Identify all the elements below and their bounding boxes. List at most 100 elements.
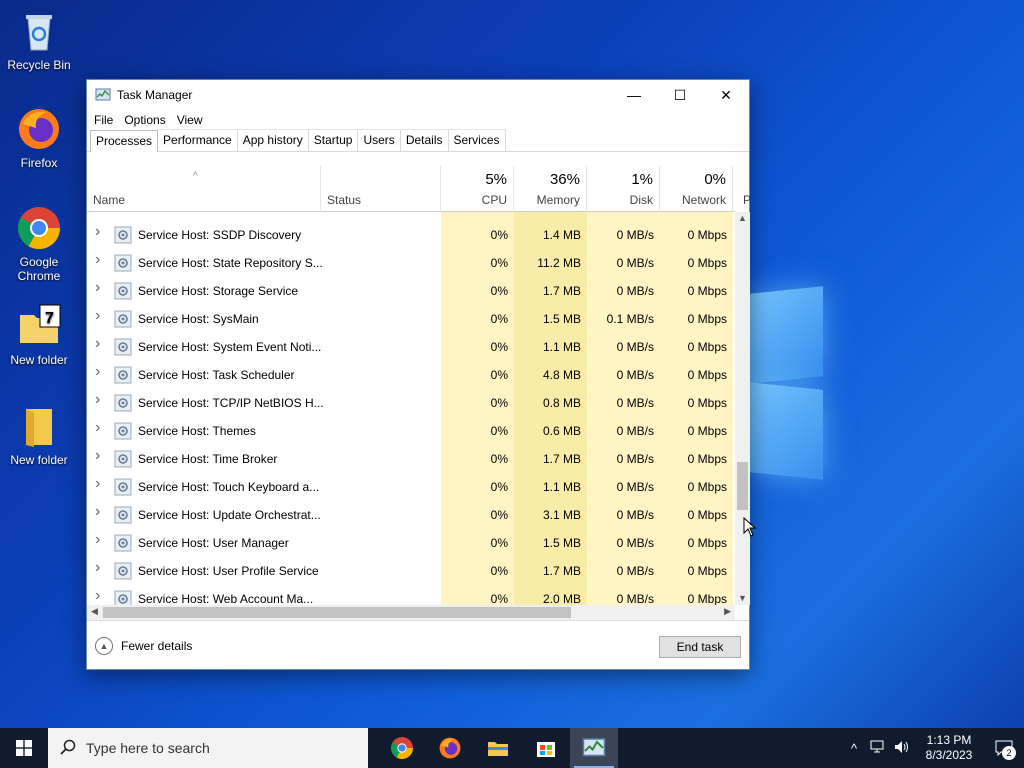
column-cpu[interactable]: 5% CPU	[441, 166, 514, 212]
network-icon[interactable]	[866, 740, 890, 757]
windows-start-icon	[16, 740, 32, 756]
table-row[interactable]: › Service Host: Storage Service 0% 1.7 MB 0 …	[87, 277, 735, 305]
tab-performance[interactable]: Performance	[157, 129, 238, 151]
column-name[interactable]: ^ Name	[87, 166, 321, 212]
process-memory-value: 1.7 MB	[542, 452, 581, 466]
process-disk-value: 0 MB/s	[616, 368, 654, 382]
tab-details[interactable]: Details	[399, 129, 449, 151]
desktop-icon-new-folder-1[interactable]: 7 New folder	[2, 303, 76, 367]
process-cpu-value: 0%	[490, 508, 508, 522]
expand-chevron-icon[interactable]: ›	[95, 279, 100, 297]
desktop-icon-google-chrome[interactable]: Google Chrome	[2, 205, 76, 283]
expand-chevron-icon[interactable]: ›	[95, 503, 100, 521]
scroll-down-icon[interactable]: ▼	[738, 593, 747, 603]
expand-chevron-icon[interactable]: ›	[95, 251, 100, 269]
column-power-partial[interactable]: P	[733, 166, 751, 212]
process-name: Service Host: SSDP Discovery	[138, 228, 302, 242]
table-row[interactable]: › Service Host: Touch Keyboard a... 0% 1.1 …	[87, 473, 735, 501]
tab-services[interactable]: Services	[447, 129, 506, 151]
process-disk-value: 0 MB/s	[616, 256, 654, 270]
svg-text:7: 7	[45, 310, 54, 327]
volume-icon[interactable]	[890, 740, 914, 757]
table-row[interactable]: › Service Host: System Event Noti... 0% 1.1…	[87, 333, 735, 361]
table-row[interactable]: › Service Host: SysMain 0% 1.5 MB 0.1 MB/s 0 …	[87, 305, 735, 333]
scroll-left-icon[interactable]: ◀	[91, 606, 98, 617]
column-disk[interactable]: 1% Disk	[587, 166, 660, 212]
tab-processes[interactable]: Processes	[90, 130, 159, 152]
table-row[interactable]: › Service Host: TCP/IP NetBIOS H... 0% 0.8 …	[87, 389, 735, 417]
tab-app-history[interactable]: App history	[236, 129, 309, 151]
expand-chevron-icon[interactable]: ›	[95, 363, 100, 381]
table-row[interactable]: › Service Host: Task Scheduler 0% 4.8 MB 0 M…	[87, 361, 735, 389]
column-status[interactable]: Status	[321, 166, 441, 212]
expand-chevron-icon[interactable]: ›	[95, 531, 100, 549]
taskbar: Type here to search ^ 1:13 PM 8/3/2023 2	[0, 728, 1024, 768]
tab-startup[interactable]: Startup	[307, 129, 359, 151]
process-cpu-value: 0%	[490, 396, 508, 410]
table-row[interactable]: › Service Host: Web Account Ma... 0% 2.0 MB…	[87, 585, 735, 605]
taskbar-task-manager[interactable]	[570, 728, 618, 768]
service-host-gear-icon	[114, 310, 132, 328]
column-network[interactable]: 0% Network	[660, 166, 733, 212]
process-network-value: 0 Mbps	[687, 228, 727, 242]
process-network-value: 0 Mbps	[687, 284, 727, 298]
search-icon	[60, 739, 76, 758]
recycle-bin-icon	[16, 8, 62, 54]
close-button[interactable]: ✕	[703, 80, 749, 110]
table-row[interactable]: › Service Host: SSDP Discovery 0% 1.4 MB 0 M…	[87, 221, 735, 249]
fewer-details-button[interactable]: ▲ Fewer details	[95, 637, 192, 655]
taskbar-store[interactable]	[522, 728, 570, 768]
column-memory[interactable]: 36% Memory	[514, 166, 587, 212]
maximize-button[interactable]: ☐	[657, 80, 703, 110]
expand-chevron-icon[interactable]: ›	[95, 335, 100, 353]
menu-options[interactable]: Options	[124, 113, 165, 127]
show-hidden-icons-chevron-icon[interactable]: ^	[842, 741, 866, 756]
start-button[interactable]	[0, 728, 48, 768]
taskbar-file-explorer[interactable]	[474, 728, 522, 768]
table-row[interactable]: › Service Host: Update Orchestrat... 0% 3.1…	[87, 501, 735, 529]
expand-chevron-icon[interactable]: ›	[95, 447, 100, 465]
expand-chevron-icon[interactable]: ›	[95, 475, 100, 493]
process-list: › Service Host: SSDP Discovery 0% 1.4 MB 0 M…	[87, 212, 735, 605]
process-disk-value: 0 MB/s	[616, 228, 654, 242]
process-name: Service Host: SysMain	[138, 312, 259, 326]
desktop-icon-firefox[interactable]: Firefox	[2, 106, 76, 170]
menu-view[interactable]: View	[177, 113, 203, 127]
vertical-scrollbar[interactable]: ▲ ▼	[735, 212, 750, 605]
tab-users[interactable]: Users	[357, 129, 401, 151]
taskbar-search-box[interactable]: Type here to search	[48, 728, 368, 768]
table-row[interactable]: › Service Host: State Repository S... 0% 11…	[87, 249, 735, 277]
vertical-scroll-thumb[interactable]	[737, 462, 748, 510]
expand-chevron-icon[interactable]: ›	[95, 419, 100, 437]
horizontal-scroll-thumb[interactable]	[103, 607, 571, 618]
expand-chevron-icon[interactable]: ›	[95, 587, 100, 605]
table-row[interactable]: › Service Host: User Manager 0% 1.5 MB 0 MB/…	[87, 529, 735, 557]
process-memory-value: 1.4 MB	[542, 228, 581, 242]
action-center-button[interactable]: 2	[984, 728, 1024, 768]
table-row[interactable]: › Service Host: Themes 0% 0.6 MB 0 MB/s 0 Mbp…	[87, 417, 735, 445]
expand-chevron-icon[interactable]: ›	[95, 559, 100, 577]
table-row[interactable]: › Service Host: Time Broker 0% 1.7 MB 0 MB/s…	[87, 445, 735, 473]
taskbar-chrome[interactable]	[378, 728, 426, 768]
minimize-button[interactable]: —	[611, 80, 657, 110]
expand-chevron-icon[interactable]: ›	[95, 223, 100, 241]
titlebar[interactable]: Task Manager — ☐ ✕	[87, 80, 749, 110]
process-network-value: 0 Mbps	[687, 592, 727, 605]
service-host-gear-icon	[114, 422, 132, 440]
process-name: Service Host: Touch Keyboard a...	[138, 480, 320, 494]
taskbar-firefox[interactable]	[426, 728, 474, 768]
process-memory-value: 1.7 MB	[542, 564, 581, 578]
scroll-up-icon[interactable]: ▲	[738, 213, 747, 223]
clock[interactable]: 1:13 PM 8/3/2023	[914, 733, 984, 763]
process-name: Service Host: Web Account Ma...	[138, 592, 314, 605]
table-row[interactable]: › Service Host: User Profile Service 0% 1.7…	[87, 557, 735, 585]
menu-file[interactable]: File	[94, 113, 113, 127]
scroll-right-icon[interactable]: ▶	[724, 606, 731, 617]
process-name: Service Host: Update Orchestrat...	[138, 508, 321, 522]
horizontal-scrollbar[interactable]: ◀ ▶	[87, 605, 735, 620]
expand-chevron-icon[interactable]: ›	[95, 391, 100, 409]
expand-chevron-icon[interactable]: ›	[95, 307, 100, 325]
desktop-icon-recycle-bin[interactable]: Recycle Bin	[2, 8, 76, 72]
end-task-button[interactable]: End task	[659, 636, 741, 658]
desktop-icon-new-folder-2[interactable]: New folder	[2, 403, 76, 467]
